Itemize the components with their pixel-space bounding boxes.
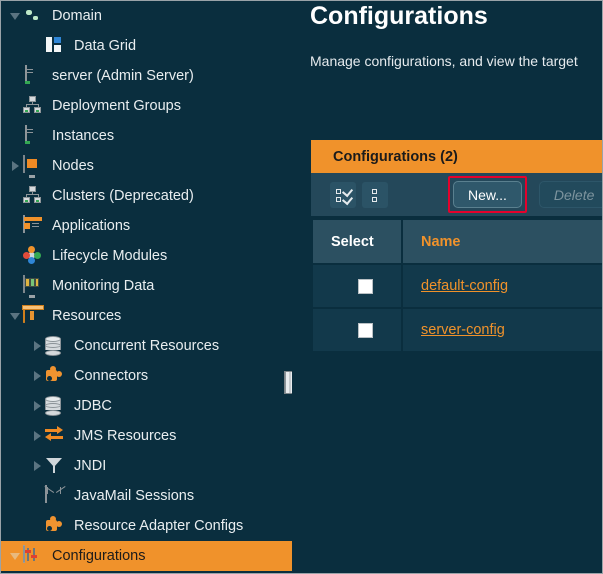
sidebar-item-label: Resource Adapter Configs (74, 519, 243, 534)
chevron-right-icon[interactable] (29, 461, 45, 471)
sidebar-item-label: JMS Resources (74, 429, 176, 444)
data-grid-icon (45, 36, 65, 56)
sidebar-item-instances[interactable]: Instances (1, 121, 292, 151)
page-description: Manage configurations, and view the targ… (310, 53, 578, 69)
sidebar-item-label: Resources (52, 309, 121, 324)
sidebar-item-jndi[interactable]: JNDI (1, 451, 292, 481)
puzzle-icon (45, 366, 65, 386)
table-body: default-config server-config (312, 264, 602, 352)
node-icon (23, 156, 43, 176)
sidebar-item-label: Applications (52, 219, 130, 234)
mail-icon (45, 486, 65, 506)
funnel-icon (45, 456, 65, 476)
database-icon (45, 336, 65, 356)
chevron-right-icon[interactable] (29, 341, 45, 351)
sidebar-item-label: JNDI (74, 459, 106, 474)
row-checkbox[interactable] (358, 323, 373, 338)
sliders-icon (23, 546, 43, 566)
sidebar-item-label: Connectors (74, 369, 148, 384)
monitor-icon (23, 276, 43, 296)
sidebar-item-nodes[interactable]: Nodes (1, 151, 292, 181)
navigation-sidebar[interactable]: Domain Data Grid server (Admin Server) Depl… (1, 1, 292, 574)
sidebar-item-jms-resources[interactable]: JMS Resources (1, 421, 292, 451)
chevron-down-icon[interactable] (7, 313, 23, 320)
row-select-cell (312, 264, 402, 308)
puzzle-icon (45, 516, 65, 536)
sidebar-item-data-grid[interactable]: Data Grid (1, 31, 292, 61)
select-all-icon[interactable] (330, 182, 356, 208)
chevron-right-icon[interactable] (7, 161, 23, 171)
chevron-right-icon[interactable] (29, 431, 45, 441)
sidebar-item-concurrent-resources[interactable]: Concurrent Resources (1, 331, 292, 361)
arrows-icon (45, 426, 65, 446)
globe-icon (23, 6, 43, 26)
table-row: default-config (312, 264, 602, 308)
app-window: Domain Data Grid server (Admin Server) Depl… (0, 0, 603, 574)
row-select-cell (312, 308, 402, 352)
sidebar-item-label: Deployment Groups (52, 99, 181, 114)
sidebar-item-lifecycle-modules[interactable]: Lifecycle Modules (1, 241, 292, 271)
sidebar-item-label: JavaMail Sessions (74, 489, 194, 504)
content-panel: Configurations Manage configurations, an… (298, 1, 602, 573)
sidebar-item-monitoring-data[interactable]: Monitoring Data (1, 271, 292, 301)
sidebar-item-jdbc[interactable]: JDBC (1, 391, 292, 421)
table-toolbar[interactable]: New... Delete (311, 173, 602, 218)
sidebar-item-applications[interactable]: Applications (1, 211, 292, 241)
row-name-cell: server-config (402, 308, 602, 352)
sidebar-item-label: Clusters (Deprecated) (52, 189, 194, 204)
new-button[interactable]: New... (453, 181, 522, 208)
table-caption: Configurations (2) (311, 140, 602, 173)
chevron-right-icon[interactable] (29, 401, 45, 411)
row-name-cell: default-config (402, 264, 602, 308)
sidebar-scrollbar-thumb[interactable] (284, 371, 292, 394)
sidebar-item-label: Instances (52, 129, 114, 144)
lifecycle-icon (23, 246, 43, 266)
server-icon (23, 126, 43, 146)
sidebar-item-label: Monitoring Data (52, 279, 154, 294)
config-name-link[interactable]: server-config (421, 322, 505, 338)
sidebar-item-label: Nodes (52, 159, 94, 174)
sidebar-item-deployment-groups[interactable]: Deployment Groups (1, 91, 292, 121)
sidebar-item-resources[interactable]: Resources (1, 301, 292, 331)
sidebar-item-domain[interactable]: Domain (1, 1, 292, 31)
delete-button: Delete (539, 181, 602, 208)
sidebar-item-connectors[interactable]: Connectors (1, 361, 292, 391)
configurations-table: Select Name default-config server-config (311, 218, 602, 353)
column-header-name[interactable]: Name (402, 219, 602, 264)
new-button-highlight: New... (448, 176, 527, 213)
config-name-link[interactable]: default-config (421, 278, 508, 294)
sidebar-item-resource-adapter-configs[interactable]: Resource Adapter Configs (1, 511, 292, 541)
sidebar-item-label: Lifecycle Modules (52, 249, 167, 264)
sidebar-item-label: Configurations (52, 549, 146, 564)
deselect-all-icon[interactable] (362, 182, 388, 208)
tree-nodes-icon (23, 186, 43, 206)
chevron-right-icon[interactable] (29, 371, 45, 381)
box-icon (23, 306, 43, 326)
navigation-tree[interactable]: Domain Data Grid server (Admin Server) Depl… (1, 1, 292, 571)
sidebar-item-clusters-deprecated[interactable]: Clusters (Deprecated) (1, 181, 292, 211)
configurations-table-container: Configurations (2) New... Delete (311, 140, 602, 353)
application-icon (23, 216, 43, 236)
page-title: Configurations (310, 2, 488, 31)
table-row: server-config (312, 308, 602, 352)
table-header-row: Select Name (312, 219, 602, 264)
database-icon (45, 396, 65, 416)
server-icon (23, 66, 43, 86)
sidebar-item-label: server (Admin Server) (52, 69, 194, 84)
row-checkbox[interactable] (358, 279, 373, 294)
tree-nodes-icon (23, 96, 43, 116)
chevron-down-icon[interactable] (7, 553, 23, 560)
sidebar-item-javamail-sessions[interactable]: JavaMail Sessions (1, 481, 292, 511)
sidebar-item-label: Concurrent Resources (74, 339, 219, 354)
sidebar-item-label: Data Grid (74, 39, 136, 54)
sidebar-item-label: JDBC (74, 399, 112, 414)
sidebar-item-server-admin-server[interactable]: server (Admin Server) (1, 61, 292, 91)
sidebar-item-configurations[interactable]: Configurations (1, 541, 292, 571)
column-header-select[interactable]: Select (312, 219, 402, 264)
sidebar-item-label: Domain (52, 9, 102, 24)
chevron-down-icon[interactable] (7, 13, 23, 20)
